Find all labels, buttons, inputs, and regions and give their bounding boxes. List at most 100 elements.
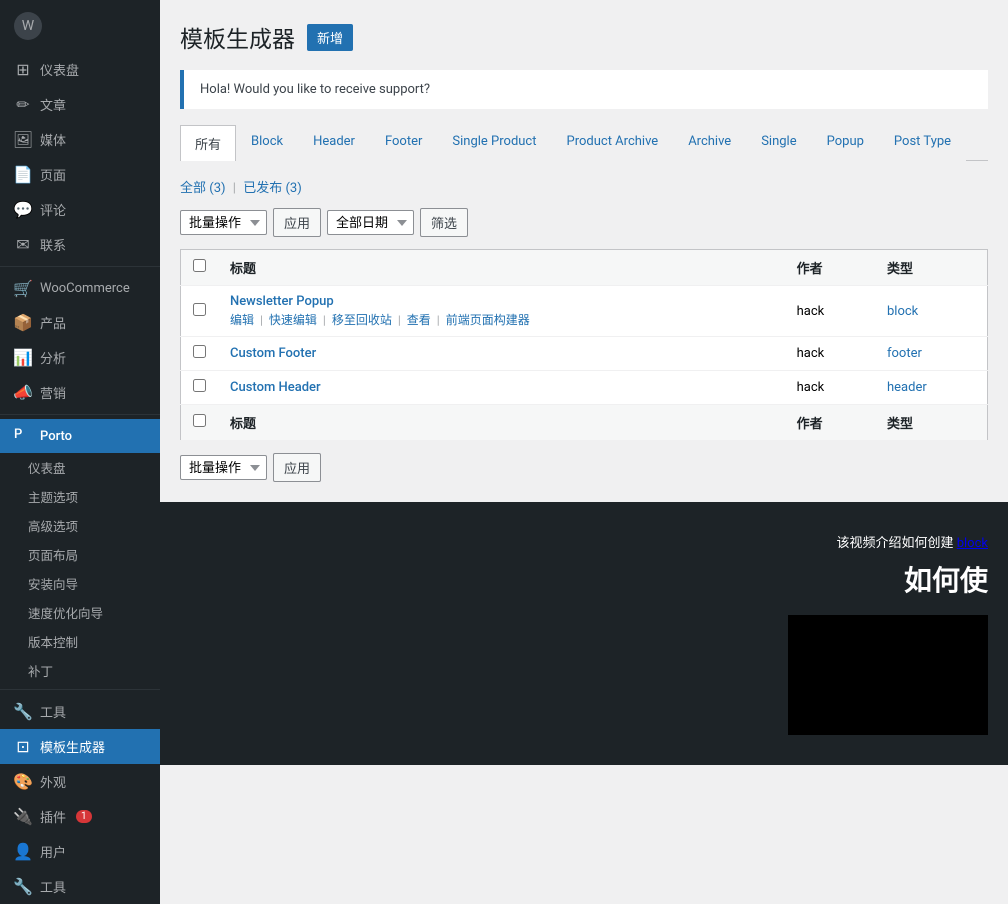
tools-icon: 🔧 [14, 703, 32, 721]
bottom-apply-button[interactable]: 应用 [273, 453, 321, 482]
sidebar-item-contact[interactable]: ✉ 联系 [0, 227, 160, 262]
sidebar-item-porto[interactable]: P Porto [0, 419, 160, 453]
sidebar-item-marketing-label: 营销 [40, 383, 66, 402]
sidebar-item-products-label: 产品 [40, 313, 66, 332]
how-to-link[interactable]: block [957, 536, 988, 551]
table-row: Custom Footer hack footer [181, 337, 988, 371]
how-to-desc: 该视频介绍如何创建 block [180, 532, 988, 551]
sidebar-item-comments[interactable]: 💬 评论 [0, 192, 160, 227]
row-1-actions: 编辑 | 快速编辑 | 移至回收站 | 查看 | 前端页面构建器 [230, 311, 773, 328]
template-builder-icon: ⊡ [14, 738, 32, 756]
footer-select-all-checkbox[interactable] [193, 414, 206, 427]
sidebar-item-media[interactable]: 🖼 媒体 [0, 122, 160, 157]
sidebar-item-plugins-label: 插件 [40, 807, 66, 826]
count-links: 全部 (3) | 已发布 (3) [180, 177, 302, 196]
tab-header[interactable]: Header [298, 125, 370, 161]
contact-icon: ✉ [14, 236, 32, 254]
sidebar-item-analytics[interactable]: 📊 分析 [0, 340, 160, 375]
main-content: 模板生成器 新增 Hola! Would you like to receive… [160, 0, 1008, 904]
sidebar-sub-advanced-options[interactable]: 高级选项 [0, 511, 160, 540]
tab-popup[interactable]: Popup [812, 125, 879, 161]
tab-post-type[interactable]: Post Type [879, 125, 966, 161]
header-title-col: 标题 [218, 250, 785, 286]
tab-footer[interactable]: Footer [370, 125, 437, 161]
sidebar-divider-2 [0, 414, 160, 415]
row-3-title-link[interactable]: Custom Header [230, 380, 321, 395]
sidebar-sub-theme-options[interactable]: 主题选项 [0, 482, 160, 511]
sidebar-item-template-builder[interactable]: ⊡ 模板生成器 [0, 729, 160, 764]
filter-button[interactable]: 筛选 [420, 208, 468, 237]
header-checkbox-col [181, 250, 219, 286]
row-3-title-cell: Custom Header [218, 371, 785, 405]
posts-icon: ✏ [14, 96, 32, 114]
sidebar-item-tools2[interactable]: 🔧 工具 [0, 869, 160, 904]
row-2-type: footer [875, 337, 988, 371]
users-icon: 👤 [14, 843, 32, 861]
sidebar-item-dashboard[interactable]: ⊞ 仪表盘 [0, 52, 160, 87]
row-1-title-link[interactable]: Newsletter Popup [230, 294, 334, 309]
row-1-view-link[interactable]: 查看 [407, 313, 431, 327]
new-button[interactable]: 新增 [307, 24, 353, 51]
select-all-checkbox[interactable] [193, 259, 206, 272]
all-count-link[interactable]: 全部 (3) [180, 181, 226, 196]
sidebar-divider-1 [0, 266, 160, 267]
sidebar-item-products[interactable]: 📦 产品 [0, 305, 160, 340]
row-2-title-cell: Custom Footer [218, 337, 785, 371]
tab-single[interactable]: Single [746, 125, 811, 161]
template-table: 标题 作者 类型 Newsletter Popup 编辑 | [180, 249, 988, 441]
sidebar-sub-speed-wizard[interactable]: 速度优化向导 [0, 598, 160, 627]
sidebar-sub-patches[interactable]: 补丁 [0, 656, 160, 685]
sidebar-sub-porto-dashboard[interactable]: 仪表盘 [0, 453, 160, 482]
footer-title-col: 标题 [218, 405, 785, 441]
sidebar-item-users[interactable]: 👤 用户 [0, 834, 160, 869]
sidebar-item-woocommerce[interactable]: 🛒 WooCommerce [0, 271, 160, 305]
sidebar-item-pages[interactable]: 📄 页面 [0, 157, 160, 192]
row-3-checkbox[interactable] [193, 379, 206, 392]
tab-single-product[interactable]: Single Product [437, 125, 551, 161]
sidebar-item-marketing[interactable]: 📣 营销 [0, 375, 160, 410]
row-1-author: hack [785, 286, 875, 337]
how-to-desc-text: 该视频介绍如何创建 [836, 536, 953, 551]
row-1-trash-link[interactable]: 移至回收站 [332, 313, 392, 327]
bottom-bulk-actions-select[interactable]: 批量操作 删除 [180, 455, 267, 480]
sidebar-item-plugins[interactable]: 🔌 插件 1 [0, 799, 160, 834]
row-checkbox-3 [181, 371, 219, 405]
tab-product-archive[interactable]: Product Archive [552, 125, 674, 161]
marketing-icon: 📣 [14, 384, 32, 402]
sidebar-sub-version-control[interactable]: 版本控制 [0, 627, 160, 656]
table-row: Custom Header hack header [181, 371, 988, 405]
analytics-icon: 📊 [14, 349, 32, 367]
appearance-icon: 🎨 [14, 773, 32, 791]
tab-block[interactable]: Block [236, 125, 298, 161]
published-count-link[interactable]: 已发布 (3) [243, 181, 302, 196]
sidebar-item-tools[interactable]: 🔧 工具 [0, 694, 160, 729]
plugins-badge: 1 [76, 810, 92, 823]
bottom-filter-controls: 批量操作 删除 应用 [180, 453, 988, 482]
row-1-title-cell: Newsletter Popup 编辑 | 快速编辑 | 移至回收站 | 查看 … [218, 286, 785, 337]
tab-all[interactable]: 所有 [180, 125, 236, 161]
dashboard-icon: ⊞ [14, 61, 32, 79]
bulk-actions-select[interactable]: 批量操作 删除 [180, 210, 267, 235]
sidebar: W ⊞ 仪表盘 ✏ 文章 🖼 媒体 📄 页面 💬 评论 ✉ 联系 🛒 WooCo… [0, 0, 160, 904]
sidebar-item-posts[interactable]: ✏ 文章 [0, 87, 160, 122]
wp-icon: W [14, 12, 42, 40]
tab-archive[interactable]: Archive [673, 125, 746, 161]
sidebar-item-users-label: 用户 [40, 842, 66, 861]
row-1-checkbox[interactable] [193, 303, 206, 316]
sidebar-sub-page-layout[interactable]: 页面布局 [0, 540, 160, 569]
sidebar-sub-install-wizard[interactable]: 安装向导 [0, 569, 160, 598]
sidebar-item-analytics-label: 分析 [40, 348, 66, 367]
date-select[interactable]: 全部日期 [327, 210, 414, 235]
apply-button[interactable]: 应用 [273, 208, 321, 237]
tab-bar: 所有 Block Header Footer Single Product Pr… [180, 125, 988, 161]
row-2-checkbox[interactable] [193, 345, 206, 358]
row-1-frontend-link[interactable]: 前端页面构建器 [446, 313, 530, 327]
row-1-quick-edit-link[interactable]: 快速编辑 [269, 313, 317, 327]
sidebar-item-appearance[interactable]: 🎨 外观 [0, 764, 160, 799]
row-1-edit-link[interactable]: 编辑 [230, 313, 254, 327]
sidebar-porto-label: Porto [40, 429, 72, 444]
sidebar-item-tools2-label: 工具 [40, 877, 66, 896]
table-row: Newsletter Popup 编辑 | 快速编辑 | 移至回收站 | 查看 … [181, 286, 988, 337]
row-2-title-link[interactable]: Custom Footer [230, 346, 316, 361]
video-thumbnail[interactable] [788, 615, 988, 735]
